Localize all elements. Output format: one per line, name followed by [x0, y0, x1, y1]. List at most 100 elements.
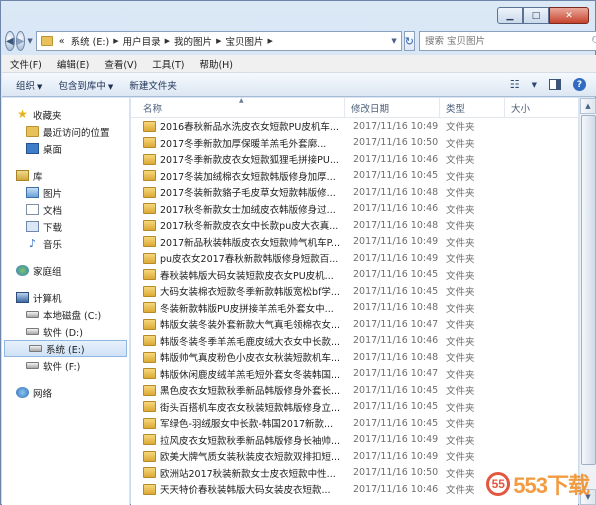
- forward-button[interactable]: ▶: [15, 31, 26, 51]
- file-row[interactable]: 2017冬装新款貉子毛皮草女短款韩版修... 2017/11/16 10:48 文件…: [131, 184, 578, 201]
- file-type: 文件夹: [446, 386, 475, 398]
- chevron-right-icon[interactable]: ▶: [165, 37, 170, 45]
- menu-help[interactable]: 帮助(H): [199, 57, 233, 71]
- folder-icon: [143, 417, 156, 429]
- file-row[interactable]: 2017秋冬新款女士加绒皮衣韩版修身过... 2017/11/16 10:46 文件…: [131, 201, 578, 218]
- nav-label: 计算机: [33, 293, 62, 305]
- file-row[interactable]: 韩版女装冬装外套新款大气真毛领棉衣女... 2017/11/16 10:47 文件夹: [131, 316, 578, 333]
- scroll-up-button[interactable]: ▲: [580, 98, 596, 114]
- back-button[interactable]: ◀: [5, 31, 15, 51]
- scroll-thumb[interactable]: [581, 115, 596, 465]
- network-icon: [16, 387, 29, 398]
- preview-pane-icon[interactable]: [549, 79, 561, 90]
- help-icon[interactable]: ?: [573, 78, 586, 91]
- chevron-right-icon[interactable]: ▶: [267, 37, 272, 45]
- column-size[interactable]: 大小: [505, 98, 565, 118]
- new-folder-button[interactable]: 新建文件夹: [129, 78, 177, 92]
- file-row[interactable]: 2017新品秋装韩版皮衣女短款帅气机车P... 2017/11/16 10:49 文…: [131, 234, 578, 251]
- file-type: 文件夹: [446, 320, 475, 332]
- scroll-down-button[interactable]: ▼: [580, 489, 596, 505]
- nav-computer[interactable]: 计算机: [2, 289, 129, 306]
- nav-desktop[interactable]: 桌面: [2, 140, 129, 157]
- chevron-right-icon[interactable]: ▶: [113, 37, 118, 45]
- address-bar[interactable]: « 系统 (E:) ▶ 用户目录 ▶ 我的图片 ▶ 宝贝图片 ▶ ▼: [35, 31, 402, 51]
- nav-drive-e[interactable]: 系统 (E:): [4, 340, 127, 357]
- file-row[interactable]: 街头百搭机车皮衣女秋装短款韩版修身立... 2017/11/16 10:45 文件夹: [131, 399, 578, 416]
- nav-network[interactable]: 网络: [2, 384, 129, 401]
- file-row[interactable]: 欧美大牌气质女装秋装皮衣短款双排扣短... 2017/11/16 10:49 文件夹: [131, 448, 578, 465]
- recent-pages-dropdown[interactable]: ▼: [27, 37, 32, 45]
- nav-music[interactable]: ♪ 音乐: [2, 235, 129, 252]
- file-row[interactable]: 天天特价春秋装韩版大码女装皮衣短款... 2017/11/16 10:46 文件夹: [131, 481, 578, 498]
- file-row[interactable]: 2016春秋新品水洗皮衣女短款PU皮机车... 2017/11/16 10:49 文…: [131, 118, 578, 135]
- menu-view[interactable]: 查看(V): [104, 57, 137, 71]
- file-name: 2017冬装新款貉子毛皮草女短款韩版修...: [160, 188, 336, 200]
- nav-favorites[interactable]: ★ 收藏夹: [2, 106, 129, 123]
- file-list: ▲ 名称 修改日期 类型 大小 2016春秋新品水洗皮衣女短款PU皮机车... 2…: [131, 98, 578, 505]
- organize-button[interactable]: 组织 ▼: [16, 78, 42, 92]
- file-row[interactable]: 韩版休闲鹿皮绒羊羔毛短外套女冬装韩国... 2017/11/16 10:47 文件夹: [131, 366, 578, 383]
- file-type: 文件夹: [446, 287, 475, 299]
- file-name-cell: 街头百搭机车皮衣女秋装短款韩版修身立...: [131, 400, 345, 414]
- menu-tools[interactable]: 工具(T): [152, 57, 184, 71]
- include-in-library-button[interactable]: 包含到库中 ▼: [58, 78, 113, 92]
- file-name-cell: 欧美大牌气质女装秋装皮衣短款双排扣短...: [131, 449, 345, 463]
- breadcrumb-my-pictures[interactable]: 我的图片: [174, 34, 212, 48]
- file-row[interactable]: 2017冬装加绒棉衣女短款韩版修身加厚... 2017/11/16 10:45 文件…: [131, 168, 578, 185]
- maximize-button[interactable]: □: [523, 7, 549, 24]
- search-icon[interactable]: 🔍︎: [591, 36, 596, 47]
- nav-recent-places[interactable]: 最近访问的位置: [2, 123, 129, 140]
- address-overflow[interactable]: «: [59, 36, 65, 47]
- file-type: 文件夹: [446, 402, 475, 414]
- file-row[interactable]: 拉风皮衣女短款秋季新品韩版修身长袖帅... 2017/11/16 10:49 文件夹: [131, 432, 578, 449]
- vertical-scrollbar[interactable]: ▲ ▼: [579, 98, 596, 505]
- view-options-dropdown-icon[interactable]: ▼: [532, 81, 537, 89]
- menu-file[interactable]: 文件(F): [10, 57, 42, 71]
- nav-documents[interactable]: 文档: [2, 201, 129, 218]
- file-row[interactable]: 2017冬季新款皮衣女短款狐狸毛拼接PU... 2017/11/16 10:46 文…: [131, 151, 578, 168]
- breadcrumb-user-dir[interactable]: 用户目录: [123, 34, 161, 48]
- file-name-cell: 冬装新款韩版PU皮拼接羊羔毛外套女中...: [131, 301, 345, 315]
- file-row[interactable]: 2017冬季新款加厚保暖羊羔毛外套廓... 2017/11/16 10:50 文件夹: [131, 135, 578, 152]
- file-row[interactable]: pu皮衣女2017春秋新款韩版修身短款百... 2017/11/16 10:49 文…: [131, 250, 578, 267]
- change-view-icon[interactable]: ☷: [510, 78, 520, 91]
- nav-downloads[interactable]: 下载: [2, 218, 129, 235]
- caption-buttons: ▁ □ ✕: [497, 7, 589, 24]
- file-row[interactable]: 欧洲站2017秋装新款女士皮衣短款中性... 2017/11/16 10:50 文件…: [131, 465, 578, 482]
- nav-drive-f[interactable]: 软件 (F:): [2, 357, 129, 374]
- file-date: 2017/11/16 10:50: [353, 467, 439, 479]
- file-row[interactable]: 2017秋冬新款皮衣女中长款pu皮大衣真... 2017/11/16 10:48 文…: [131, 217, 578, 234]
- column-date-modified[interactable]: 修改日期: [345, 98, 440, 118]
- file-row[interactable]: 大码女装棉衣短款冬季新款韩版宽松bf学... 2017/11/16 10:45 文件…: [131, 283, 578, 300]
- column-name[interactable]: 名称: [131, 98, 345, 118]
- file-name: 2017冬季新款加厚保暖羊羔毛外套廓...: [160, 138, 327, 150]
- file-row[interactable]: 韩版冬装冬季羊羔毛鹿皮绒大衣女中长款... 2017/11/16 10:46 文件夹: [131, 333, 578, 350]
- breadcrumb-baby-pictures[interactable]: 宝贝图片: [225, 34, 263, 48]
- nav-drive-d[interactable]: 软件 (D:): [2, 323, 129, 340]
- refresh-button[interactable]: ↻: [403, 31, 416, 51]
- menu-edit[interactable]: 编辑(E): [57, 57, 89, 71]
- nav-homegroup[interactable]: 家庭组: [2, 262, 129, 279]
- file-type: 文件夹: [446, 254, 475, 266]
- minimize-button[interactable]: ▁: [497, 7, 523, 24]
- address-dropdown-icon[interactable]: ▼: [391, 37, 396, 45]
- breadcrumb-drive-e[interactable]: 系统 (E:): [71, 34, 110, 48]
- nav-drive-c[interactable]: 本地磁盘 (C:): [2, 306, 129, 323]
- file-type: 文件夹: [446, 270, 475, 282]
- column-type[interactable]: 类型: [440, 98, 505, 118]
- file-row[interactable]: 军绿色-羽绒服女中长款-韩国2017新款... 2017/11/16 10:45 文…: [131, 415, 578, 432]
- search-box[interactable]: 🔍︎: [419, 31, 596, 51]
- file-type: 文件夹: [446, 303, 475, 315]
- chevron-right-icon[interactable]: ▶: [216, 37, 221, 45]
- drive-icon: [26, 311, 39, 318]
- file-date: 2017/11/16 10:46: [353, 153, 439, 165]
- file-row[interactable]: 黑色皮衣女短款秋季新品韩版修身外套长... 2017/11/16 10:45 文件夹: [131, 382, 578, 399]
- file-row[interactable]: 春秋装韩版大码女装短款皮衣女PU皮机... 2017/11/16 10:45 文件夹: [131, 267, 578, 284]
- nav-pictures[interactable]: 图片: [2, 184, 129, 201]
- close-button[interactable]: ✕: [549, 7, 589, 24]
- file-row[interactable]: 冬装新款韩版PU皮拼接羊羔毛外套女中... 2017/11/16 10:48 文件夹: [131, 300, 578, 317]
- scroll-down-icon: ▼: [585, 493, 591, 501]
- search-input[interactable]: [425, 35, 591, 47]
- nav-libraries[interactable]: 库: [2, 167, 129, 184]
- file-row[interactable]: 韩版帅气真皮粉色小皮衣女秋装短款机车... 2017/11/16 10:48 文件夹: [131, 349, 578, 366]
